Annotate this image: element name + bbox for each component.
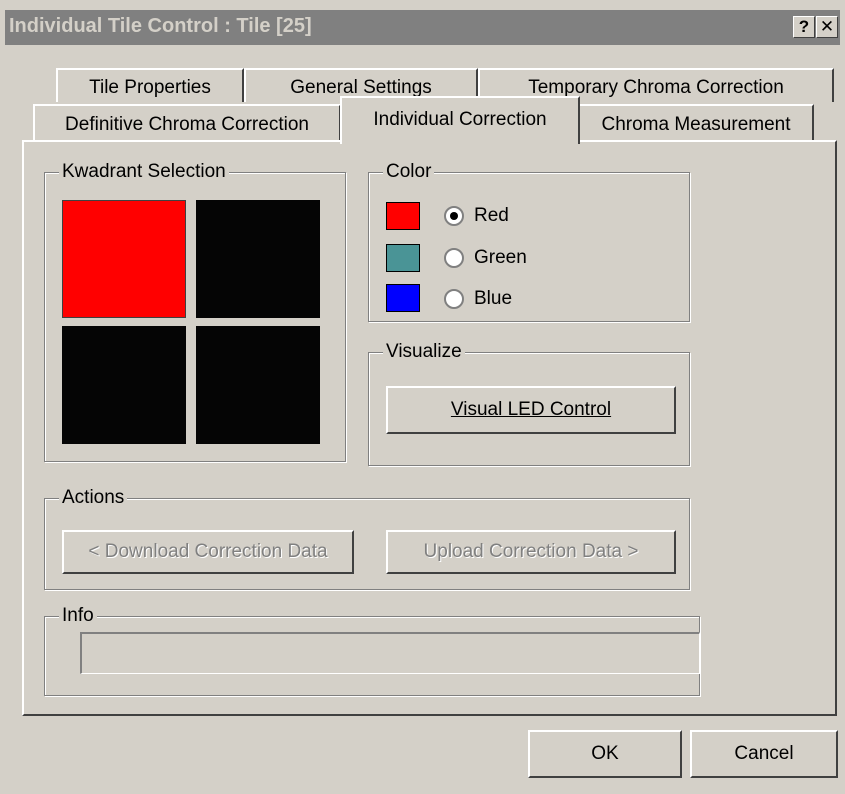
visual-led-control-button[interactable]: Visual LED Control: [386, 386, 676, 434]
tab-individual-correction[interactable]: Individual Correction: [340, 96, 580, 144]
actions-label: Actions: [59, 487, 128, 509]
quadrant-bottom-right[interactable]: [196, 326, 320, 444]
green-swatch: [386, 244, 420, 272]
red-swatch: [386, 202, 420, 230]
blue-swatch: [386, 284, 420, 312]
help-button[interactable]: ?: [793, 16, 815, 38]
radio-dot-icon: [450, 212, 458, 220]
kwadrant-selection-label: Kwadrant Selection: [59, 161, 229, 183]
ok-button[interactable]: OK: [528, 730, 682, 778]
green-radio[interactable]: [444, 248, 464, 268]
quadrant-top-left[interactable]: [62, 200, 186, 318]
color-label: Color: [383, 161, 435, 183]
tab-chroma-measurement[interactable]: Chroma Measurement: [578, 104, 814, 142]
info-field: [80, 632, 700, 674]
close-button[interactable]: ✕: [816, 16, 838, 38]
cancel-button[interactable]: Cancel: [690, 730, 838, 778]
visualize-label: Visualize: [383, 341, 465, 363]
info-label: Info: [59, 605, 97, 627]
quadrant-top-right[interactable]: [196, 200, 320, 318]
red-radio[interactable]: [444, 206, 464, 226]
tab-tile-properties[interactable]: Tile Properties: [56, 68, 244, 102]
upload-correction-data-button[interactable]: Upload Correction Data >: [386, 530, 676, 574]
window-title: Individual Tile Control : Tile [25]: [9, 15, 312, 37]
green-label: Green: [474, 247, 527, 268]
dialog-window: Individual Tile Control : Tile [25] ? ✕ …: [0, 0, 845, 794]
blue-label: Blue: [474, 288, 513, 309]
quadrant-bottom-left[interactable]: [62, 326, 186, 444]
close-icon: ✕: [819, 17, 835, 36]
tab-definitive-chroma-correction[interactable]: Definitive Chroma Correction: [33, 104, 341, 142]
title-bar[interactable]: Individual Tile Control : Tile [25] ? ✕: [5, 10, 840, 45]
download-correction-data-button[interactable]: < Download Correction Data: [62, 530, 354, 574]
blue-radio[interactable]: [444, 289, 464, 309]
red-label: Red: [474, 205, 509, 226]
